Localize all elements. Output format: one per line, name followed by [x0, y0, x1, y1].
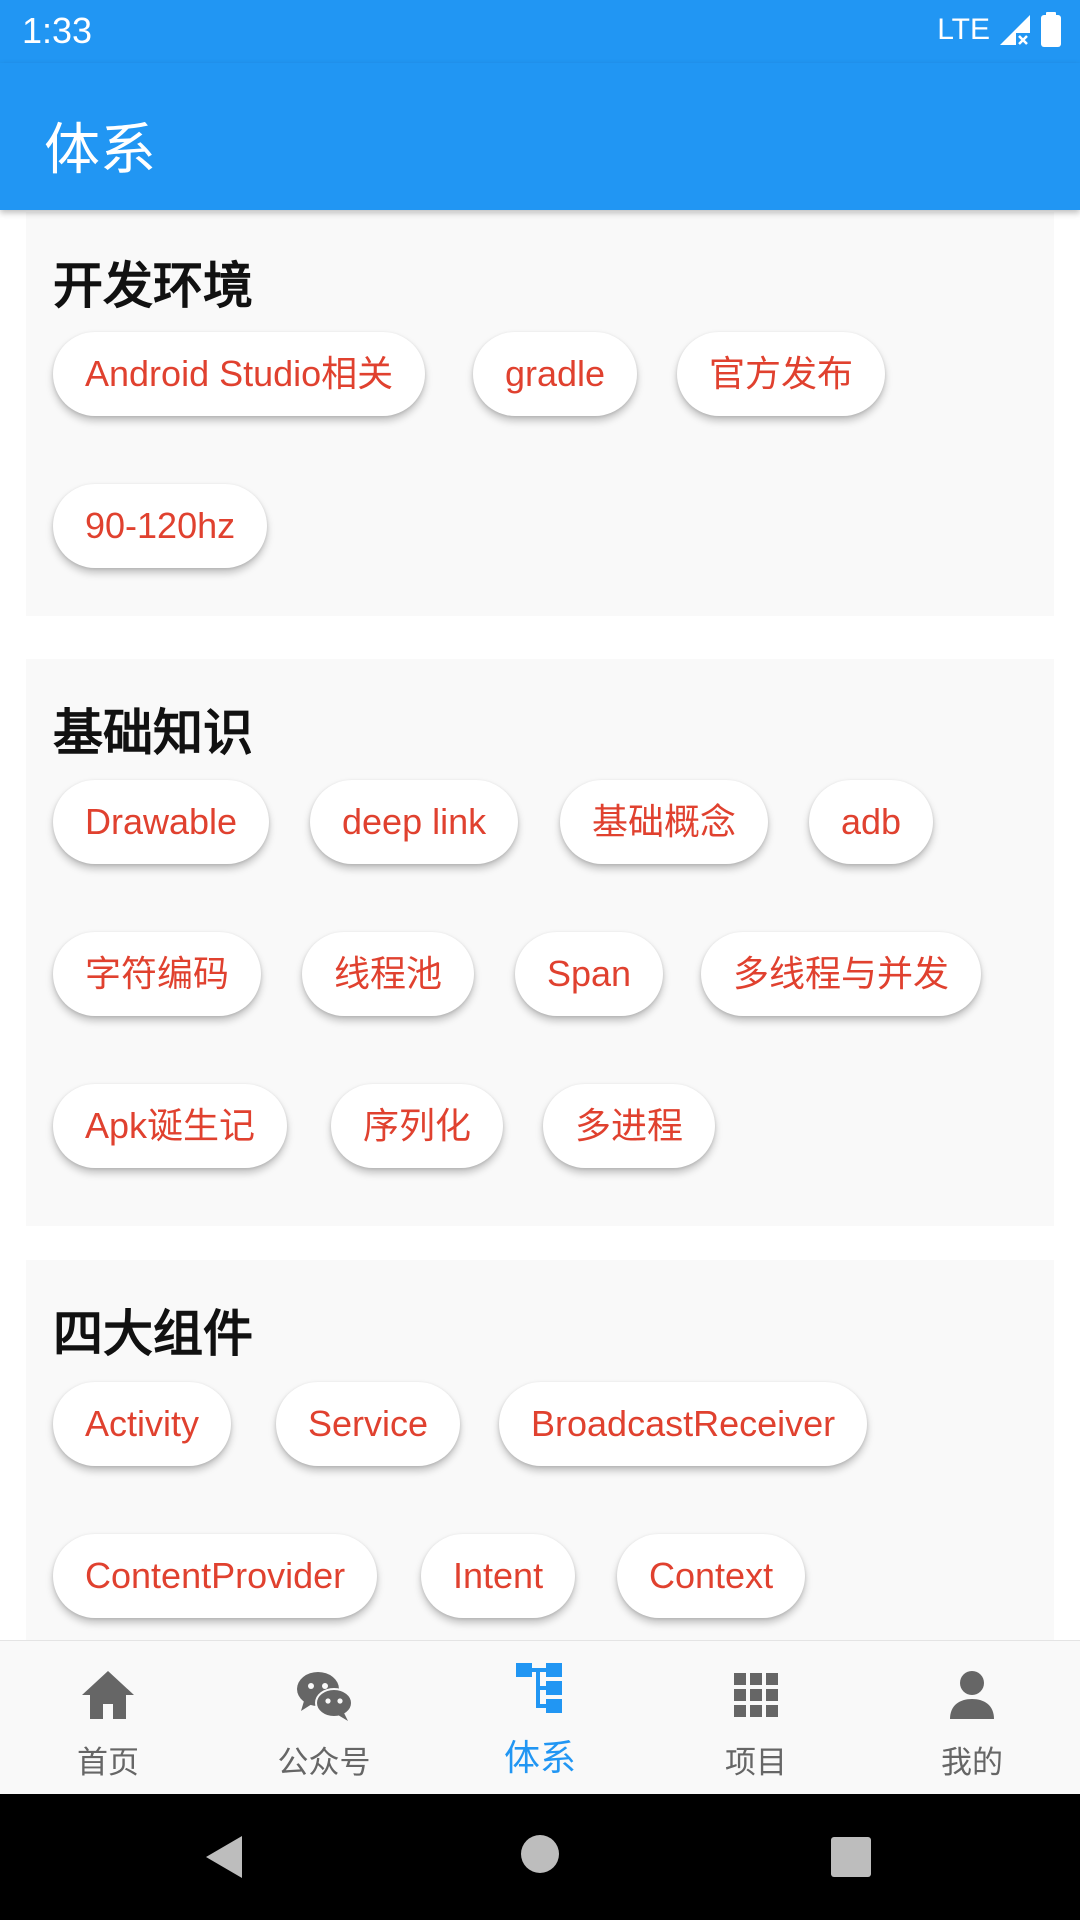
network-type: LTE: [937, 13, 990, 46]
home-circle-icon[interactable]: [520, 1834, 560, 1874]
chip-tag[interactable]: 多进程: [543, 1084, 716, 1168]
bottom-navigation: 首页 公众号 体系 项目 我的: [0, 1640, 1080, 1794]
category-title: 开发环境: [53, 257, 253, 315]
chip-tag[interactable]: 线程池: [302, 932, 475, 1016]
person-icon: [950, 1671, 994, 1719]
home-icon: [82, 1671, 134, 1719]
battery-icon: [1041, 12, 1061, 47]
category-card: 基础知识 Drawable deep link 基础概念 adb 字符编码 线程…: [26, 659, 1054, 1226]
chip-tag[interactable]: BroadcastReceiver: [499, 1382, 868, 1466]
status-bar: 1:33 LTE: [0, 0, 1080, 63]
nav-item-profile[interactable]: 我的: [864, 1641, 1080, 1795]
chip-tag[interactable]: Apk诞生记: [53, 1084, 288, 1168]
nav-item-wechat[interactable]: 公众号: [216, 1641, 432, 1795]
category-card: 四大组件 Activity Service BroadcastReceiver …: [26, 1260, 1054, 1640]
recents-icon[interactable]: [830, 1836, 872, 1878]
chip-tag[interactable]: 多线程与并发: [701, 932, 982, 1016]
nav-item-home[interactable]: 首页: [0, 1641, 216, 1795]
signal-icon: [1000, 15, 1030, 45]
chip-tag[interactable]: deep link: [310, 780, 519, 864]
chip-tag[interactable]: 官方发布: [677, 332, 886, 416]
chip-tag[interactable]: Span: [515, 932, 664, 1016]
tree-icon: [516, 1663, 562, 1713]
chip-tag[interactable]: Context: [617, 1534, 806, 1618]
chip-tag[interactable]: adb: [809, 780, 934, 864]
chip-tag[interactable]: ContentProvider: [53, 1534, 378, 1618]
chip-tag[interactable]: Activity: [53, 1382, 232, 1466]
category-card: 开发环境 Android Studio相关 gradle 官方发布 90-120…: [26, 212, 1054, 616]
nav-label: 我的: [941, 1745, 1003, 1781]
system-navigation-bar: [0, 1794, 1080, 1920]
chip-tag[interactable]: 90-120hz: [53, 484, 268, 568]
wechat-icon: [297, 1672, 353, 1721]
nav-label: 体系: [503, 1738, 576, 1779]
category-title: 四大组件: [53, 1305, 253, 1363]
nav-label: 项目: [725, 1745, 787, 1781]
chip-tag[interactable]: gradle: [473, 332, 638, 416]
category-list[interactable]: 开发环境 Android Studio相关 gradle 官方发布 90-120…: [0, 210, 1080, 1640]
back-icon[interactable]: [200, 1832, 248, 1882]
chip-tag[interactable]: Service: [276, 1382, 461, 1466]
chip-tag[interactable]: 基础概念: [560, 780, 769, 864]
nav-label: 公众号: [277, 1745, 371, 1781]
app-bar: 体系: [0, 63, 1080, 210]
chip-tag[interactable]: Android Studio相关: [53, 332, 426, 416]
chip-tag[interactable]: 字符编码: [53, 932, 262, 1016]
chip-tag[interactable]: 序列化: [331, 1084, 504, 1168]
nav-item-projects[interactable]: 项目: [648, 1641, 864, 1795]
category-title: 基础知识: [53, 704, 253, 762]
chip-tag[interactable]: Intent: [421, 1534, 576, 1618]
page-title: 体系: [44, 118, 156, 183]
status-indicators: LTE: [937, 12, 1062, 48]
chip-tag[interactable]: Drawable: [53, 780, 270, 864]
status-time: 1:33: [22, 10, 93, 51]
grid-icon: [734, 1673, 778, 1717]
nav-item-system[interactable]: 体系: [432, 1641, 648, 1795]
nav-label: 首页: [77, 1745, 139, 1781]
